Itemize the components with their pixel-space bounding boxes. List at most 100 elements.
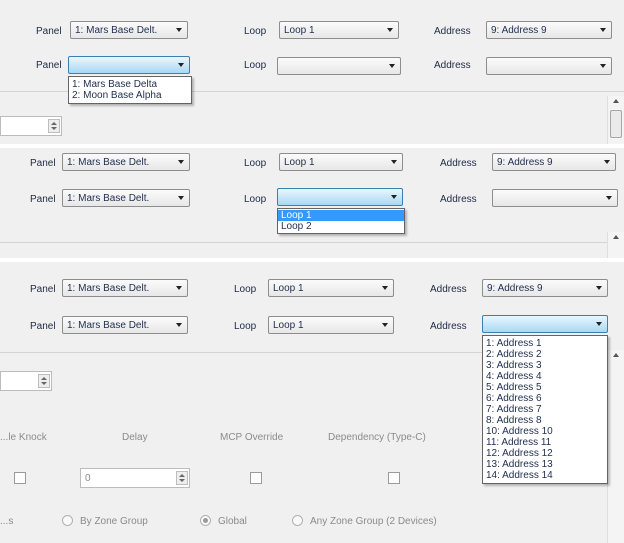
chevron-down-icon <box>604 160 610 164</box>
radio-button[interactable] <box>292 515 303 526</box>
address-label: Address <box>430 321 467 332</box>
chevron-down-icon <box>606 196 612 200</box>
radio-label: By Zone Group <box>80 516 148 527</box>
panel-combo[interactable]: 1: Mars Base Delt. <box>62 153 190 171</box>
dropdown-option[interactable]: 2: Address 2 <box>483 349 607 360</box>
spinner-arrows-icon[interactable] <box>48 119 60 133</box>
address-combo-open[interactable] <box>482 315 608 333</box>
scrollbar[interactable] <box>607 232 624 258</box>
panel-dropdown-list: 1: Mars Base Delta 2: Moon Base Alpha <box>68 76 192 104</box>
chevron-down-icon <box>178 63 184 67</box>
chevron-down-icon <box>596 286 602 290</box>
panel-combo[interactable]: 1: Mars Base Delt. <box>62 279 188 297</box>
dropdown-option[interactable]: 8: Address 8 <box>483 415 607 426</box>
loop-label: Loop <box>234 321 257 332</box>
scrollbar[interactable] <box>607 350 624 543</box>
dropdown-option[interactable]: 10: Address 10 <box>483 426 607 437</box>
scroll-up-icon[interactable] <box>613 235 619 239</box>
number-spinner[interactable] <box>0 116 62 136</box>
chevron-down-icon <box>600 64 606 68</box>
address-combo-value: 9: Address 9 <box>491 25 547 36</box>
panel-combo-value: 1: Mars Base Delt. <box>75 25 158 36</box>
address-combo-value: 9: Address 9 <box>487 283 543 294</box>
address-combo[interactable]: 9: Address 9 <box>486 21 612 39</box>
dropdown-option[interactable]: Loop 2 <box>278 221 404 232</box>
loop-combo-value: Loop 1 <box>284 157 315 168</box>
dropdown-option[interactable]: 11: Address 11 <box>483 437 607 448</box>
screenshot-panel-3: Panel 1: Mars Base Delt. Loop Loop 1 Add… <box>0 262 624 543</box>
column-label: Dependency (Type-C) <box>328 432 426 443</box>
dropdown-option[interactable]: 1: Mars Base Delta <box>69 79 191 90</box>
dropdown-option[interactable]: 2: Moon Base Alpha <box>69 90 191 101</box>
scrollbar[interactable] <box>607 96 624 144</box>
dropdown-option[interactable]: 6: Address 6 <box>483 393 607 404</box>
radio-button[interactable] <box>62 515 73 526</box>
chevron-down-icon <box>387 28 393 32</box>
address-label: Address <box>440 194 477 205</box>
address-combo[interactable]: 9: Address 9 <box>492 153 616 171</box>
loop-combo-empty[interactable] <box>277 57 401 75</box>
dropdown-option[interactable]: 7: Address 7 <box>483 404 607 415</box>
chevron-down-icon <box>382 323 388 327</box>
panel-label: Panel <box>30 158 56 169</box>
loop-combo-value: Loop 1 <box>273 320 304 331</box>
number-spinner[interactable] <box>0 371 52 391</box>
loop-combo[interactable]: Loop 1 <box>279 153 403 171</box>
dropdown-option[interactable]: 4: Address 4 <box>483 371 607 382</box>
dropdown-option[interactable]: 3: Address 3 <box>483 360 607 371</box>
address-label: Address <box>440 158 477 169</box>
dropdown-option[interactable]: 1: Address 1 <box>483 338 607 349</box>
address-combo-value: 9: Address 9 <box>497 157 553 168</box>
delay-value: 0 <box>85 473 91 484</box>
loop-label: Loop <box>244 26 267 37</box>
dropdown-option[interactable]: 13: Address 13 <box>483 459 607 470</box>
chevron-down-icon <box>600 28 606 32</box>
loop-combo-open[interactable] <box>277 188 403 206</box>
chevron-down-icon <box>389 64 395 68</box>
loop-label: Loop <box>244 158 267 169</box>
scroll-up-icon[interactable] <box>613 353 619 357</box>
dropdown-option[interactable]: 5: Address 5 <box>483 382 607 393</box>
loop-combo[interactable]: Loop 1 <box>268 316 394 334</box>
address-combo-empty[interactable] <box>492 189 618 207</box>
checkbox[interactable] <box>14 472 26 484</box>
delay-spinner[interactable]: 0 <box>80 468 190 488</box>
checkbox[interactable] <box>250 472 262 484</box>
chevron-down-icon <box>176 286 182 290</box>
spinner-arrows-icon[interactable] <box>38 374 50 388</box>
chevron-down-icon <box>391 160 397 164</box>
loop-combo[interactable]: Loop 1 <box>268 279 394 297</box>
loop-label: Loop <box>244 194 267 205</box>
panel-combo-open[interactable] <box>68 56 190 74</box>
dropdown-option[interactable]: 14: Address 14 <box>483 470 607 481</box>
chevron-down-icon <box>178 196 184 200</box>
address-label: Address <box>434 26 471 37</box>
loop-combo[interactable]: Loop 1 <box>279 21 399 39</box>
chevron-down-icon <box>176 323 182 327</box>
column-label: Delay <box>122 432 148 443</box>
dropdown-option-selected[interactable]: Loop 1 <box>278 210 404 221</box>
column-label: MCP Override <box>220 432 284 443</box>
column-label: ...le Knock <box>0 432 47 443</box>
address-combo-empty[interactable] <box>486 57 612 75</box>
panel-combo[interactable]: 1: Mars Base Delt. <box>70 21 188 39</box>
panel-combo-value: 1: Mars Base Delt. <box>67 157 150 168</box>
panel-combo[interactable]: 1: Mars Base Delt. <box>62 189 190 207</box>
spinner-arrows-icon[interactable] <box>176 471 188 485</box>
panel-combo[interactable]: 1: Mars Base Delt. <box>62 316 188 334</box>
chevron-down-icon <box>382 286 388 290</box>
radio-button-selected[interactable] <box>200 515 211 526</box>
chevron-down-icon <box>178 160 184 164</box>
screenshot-panel-2: Panel 1: Mars Base Delt. Loop Loop 1 Add… <box>0 148 624 258</box>
scroll-thumb[interactable] <box>610 110 622 138</box>
address-combo[interactable]: 9: Address 9 <box>482 279 608 297</box>
scroll-up-icon[interactable] <box>613 99 619 103</box>
chevron-down-icon <box>176 28 182 32</box>
dropdown-option[interactable]: 12: Address 12 <box>483 448 607 459</box>
checkbox[interactable] <box>388 472 400 484</box>
loop-label: Loop <box>244 60 267 71</box>
panel-label: Panel <box>36 60 62 71</box>
address-dropdown-list: 1: Address 1 2: Address 2 3: Address 3 4… <box>482 335 608 484</box>
loop-combo-value: Loop 1 <box>284 25 315 36</box>
panel-label: Panel <box>30 321 56 332</box>
